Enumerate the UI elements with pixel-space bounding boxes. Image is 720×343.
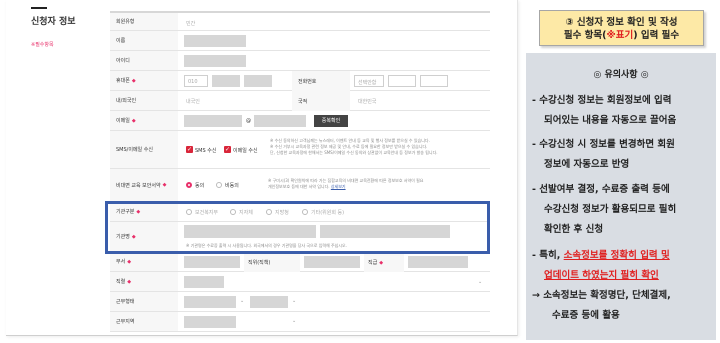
phone-middle-input[interactable]	[388, 75, 416, 87]
note-4: - 특히, 소속정보를 정확히 입력 및 업데이트 하였는지 필히 확인	[532, 250, 670, 281]
applicant-form: 회원유형 민간 이름 아이디 휴대폰◆ 010 전화번호 선택안함 내/외국인	[110, 11, 490, 332]
email-label: 이메일 ◆	[110, 111, 178, 130]
work-region-label: 근무지역	[110, 312, 178, 331]
work-type-2-chevron-down-icon[interactable]: ⌄	[292, 298, 296, 304]
mobile-label: 휴대폰 ◆	[110, 71, 178, 90]
grade-input[interactable]	[408, 256, 468, 268]
position-label: 직위(직책)	[244, 252, 300, 272]
note-1: - 수강신청 정보는 회원정보에 입력 되어있는 내용을 자동으로 끌어옴	[532, 95, 677, 126]
row-nationality: 내/외국인 내국인 국적 대한민국	[110, 91, 490, 111]
row-job-type: 직렬 ◆ ⌄	[110, 272, 490, 292]
row-user-id: 아이디	[110, 51, 490, 71]
notes-panel: ◎ 유의사항 ◎ - 수강신청 정보는 회원정보에 입력 되어있는 내용을 자동…	[526, 53, 716, 340]
user-id-label: 아이디	[110, 51, 178, 70]
work-region-chevron-down-icon[interactable]: ⌄	[292, 318, 296, 324]
non-face-label: 비대면 교육 보안서약 ◆	[110, 169, 178, 201]
mobile-prefix-select[interactable]: 010	[184, 75, 208, 87]
row-non-face: 비대면 교육 보안서약 ◆ 동의 비동의 ※ 구미시(3) 확인원칙에 따라 가는…	[110, 169, 490, 202]
country-label: 국적	[292, 91, 350, 111]
work-type-select-2[interactable]	[250, 296, 288, 308]
detail-link[interactable]: 상세보기	[331, 184, 346, 189]
dept-input[interactable]	[184, 256, 240, 268]
sms-checkbox-label: SMS 수신	[195, 148, 217, 154]
dept-label: 부서 ◆	[110, 252, 178, 271]
member-type-label: 회원유형	[110, 13, 178, 30]
name-label: 이름	[110, 31, 178, 50]
row-name: 이름	[110, 31, 490, 51]
email-checkbox-label: 이메일 수신	[233, 148, 258, 154]
email-local-input[interactable]	[184, 115, 242, 127]
sms-email-info: ※ 수신 동의하신 고객님께는 뉴스레터, 이벤트 안내 등 교육 및 행사 정…	[270, 138, 438, 155]
mobile-middle-input[interactable]	[212, 75, 240, 87]
non-face-info: ※ 구미시(3) 확인원칙에 따라 가는 집합교육의 비대면 교육전환에 따른 …	[268, 178, 424, 189]
notes-title: ◎ 유의사항 ◎	[593, 70, 649, 80]
note-2: - 수강신청 시 정보를 변경하면 회원 정보에 자동으로 반영	[532, 139, 675, 170]
phone-label: 전화번호	[292, 71, 350, 91]
phone-prefix-select[interactable]: 선택안함	[354, 75, 384, 87]
nationality-value: 내국인	[186, 99, 200, 105]
row-work-region: 근무지역 ⌄	[110, 312, 490, 332]
email-domain-input[interactable]	[254, 115, 306, 127]
email-at-sign: @	[246, 118, 251, 124]
note-5: → 소속정보는 확정명단, 단체결제, 수료증 등에 활용	[532, 290, 671, 321]
callout-line-2: 필수 항목(※표기) 입력 필수	[563, 30, 680, 41]
mobile-last-input[interactable]	[244, 75, 272, 87]
work-type-label: 근무형태	[110, 292, 178, 311]
job-type-select[interactable]	[184, 276, 224, 288]
country-value: 대한민국	[358, 99, 377, 105]
section-title-bar	[31, 7, 47, 9]
sms-email-label: SMS/이메일 수신	[110, 131, 178, 168]
job-type-label: 직렬 ◆	[110, 272, 178, 291]
user-id-value-redacted	[184, 55, 246, 67]
work-type-chevron-down-icon[interactable]: ⌄	[240, 298, 244, 304]
work-type-select-1[interactable]	[184, 296, 236, 308]
step-callout: ③ 신청자 정보 확인 및 작성 필수 항목(※표기) 입력 필수	[539, 10, 704, 46]
row-sms-email: SMS/이메일 수신 ✓ SMS 수신 ✓ 이메일 수신 ※ 수신 동의하신 고…	[110, 131, 490, 169]
agree-radio-label: 동의	[195, 183, 205, 189]
sms-checkbox[interactable]: ✓	[186, 146, 193, 153]
disagree-radio[interactable]	[216, 182, 222, 188]
position-input[interactable]	[304, 256, 360, 268]
disagree-radio-label: 비동의	[225, 183, 239, 189]
nationality-label: 내/외국인	[110, 91, 178, 110]
email-verify-button[interactable]: 중복확인	[314, 115, 348, 127]
section-title: 신청자 정보	[31, 17, 76, 27]
job-type-chevron-down-icon[interactable]: ⌄	[478, 279, 482, 285]
work-region-select[interactable]	[184, 316, 236, 328]
phone-last-input[interactable]	[420, 75, 448, 87]
email-checkbox[interactable]: ✓	[224, 146, 231, 153]
row-member-type: 회원유형 민간	[110, 11, 490, 31]
required-note: ※필수항목	[31, 42, 54, 48]
row-phones: 휴대폰 ◆ 010 전화번호 선택안함	[110, 71, 490, 91]
member-type-value: 민간	[186, 21, 196, 27]
agree-radio[interactable]	[186, 182, 192, 188]
row-work-type: 근무형태 ⌄ ⌄	[110, 292, 490, 312]
name-value-redacted	[184, 35, 246, 47]
row-email: 이메일 ◆ @ 중복확인	[110, 111, 490, 131]
callout-line-1: ③ 신청자 정보 확인 및 작성	[565, 17, 678, 28]
note-3: - 선발여부 결정, 수료증 출력 등에 수강신청 정보가 활용되므로 필히 확…	[532, 184, 677, 235]
org-info-highlight-box	[105, 201, 490, 254]
grade-label: 직급 ◆	[364, 252, 404, 272]
row-dept: 부서 ◆ 직위(직책) 직급 ◆	[110, 252, 490, 272]
